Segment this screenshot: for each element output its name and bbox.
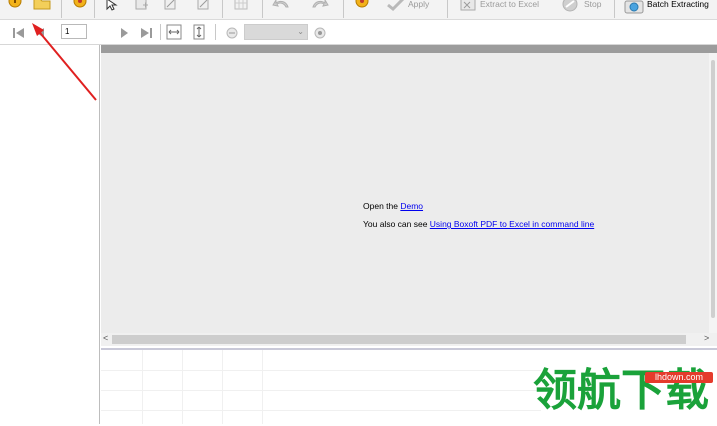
demo-link[interactable]: Demo	[400, 201, 423, 211]
apply-button-label[interactable]: Apply	[408, 0, 429, 9]
viewer-header-bar	[101, 45, 717, 53]
settings-icon[interactable]	[354, 0, 370, 10]
command-line-help-link[interactable]: Using Boxoft PDF to Excel in command lin…	[430, 219, 594, 229]
grid-line	[142, 350, 143, 424]
extract-to-excel-button-label[interactable]: Extract to Excel	[480, 0, 539, 9]
batch-extracting-button-label[interactable]: Batch Extracting	[647, 0, 709, 9]
stop-button-label[interactable]: Stop	[584, 0, 602, 9]
toolbar-separator	[343, 0, 344, 18]
grid-line	[101, 410, 541, 411]
add-area-icon[interactable]	[134, 0, 150, 12]
next-page-icon[interactable]	[118, 27, 130, 39]
scroll-right-arrow[interactable]: >	[704, 333, 709, 343]
navigation-toolbar	[0, 20, 717, 45]
open-demo-text: Open the	[363, 201, 401, 211]
folder-icon[interactable]	[33, 0, 51, 11]
toolbar-separator	[215, 24, 216, 40]
undo-icon[interactable]	[272, 0, 292, 12]
document-viewer[interactable]	[101, 45, 717, 333]
watermark-badge: lhdown.com	[645, 372, 713, 383]
stop-icon[interactable]	[561, 0, 579, 13]
zoom-select[interactable]: ⌄	[244, 24, 308, 40]
toolbar-separator	[94, 0, 95, 18]
command-line-help-line: You also can see Using Boxoft PDF to Exc…	[363, 219, 594, 229]
fit-height-icon[interactable]	[191, 24, 207, 40]
open-icon[interactable]	[7, 0, 23, 10]
extract-excel-icon[interactable]	[460, 0, 478, 12]
toolbar-separator	[160, 24, 161, 40]
edit-table-icon[interactable]	[196, 0, 212, 12]
open-demo-line: Open the Demo	[363, 201, 423, 211]
grid-line	[101, 390, 541, 391]
redo-icon[interactable]	[309, 0, 329, 12]
help-icon[interactable]	[72, 0, 88, 10]
toolbar-separator	[447, 0, 448, 18]
grid-line	[182, 350, 183, 424]
horizontal-scrollbar-thumb[interactable]	[112, 335, 686, 344]
apply-icon[interactable]	[386, 0, 406, 12]
toolbar-separator	[262, 0, 263, 18]
grid-line	[262, 350, 263, 424]
grid-line	[222, 350, 223, 424]
chevron-down-icon: ⌄	[297, 27, 304, 36]
grid-line	[101, 370, 541, 371]
select-cursor-icon[interactable]	[104, 0, 118, 12]
zoom-in-icon[interactable]	[314, 27, 326, 39]
toolbar-separator	[222, 0, 223, 18]
fit-width-icon[interactable]	[166, 24, 182, 40]
toolbar-separator	[61, 0, 62, 18]
scroll-left-arrow[interactable]: <	[103, 333, 108, 343]
grid-icon[interactable]	[234, 0, 250, 12]
toolbar-separator	[614, 0, 615, 18]
annotation-arrow	[32, 23, 97, 101]
batch-extracting-icon[interactable]	[624, 0, 644, 14]
edit-area-icon[interactable]	[163, 0, 179, 12]
last-page-icon[interactable]	[139, 27, 155, 39]
vertical-scrollbar-thumb[interactable]	[711, 60, 715, 318]
command-line-help-text: You also can see	[363, 219, 430, 229]
first-page-icon[interactable]	[11, 27, 27, 39]
zoom-out-icon[interactable]	[226, 27, 238, 39]
